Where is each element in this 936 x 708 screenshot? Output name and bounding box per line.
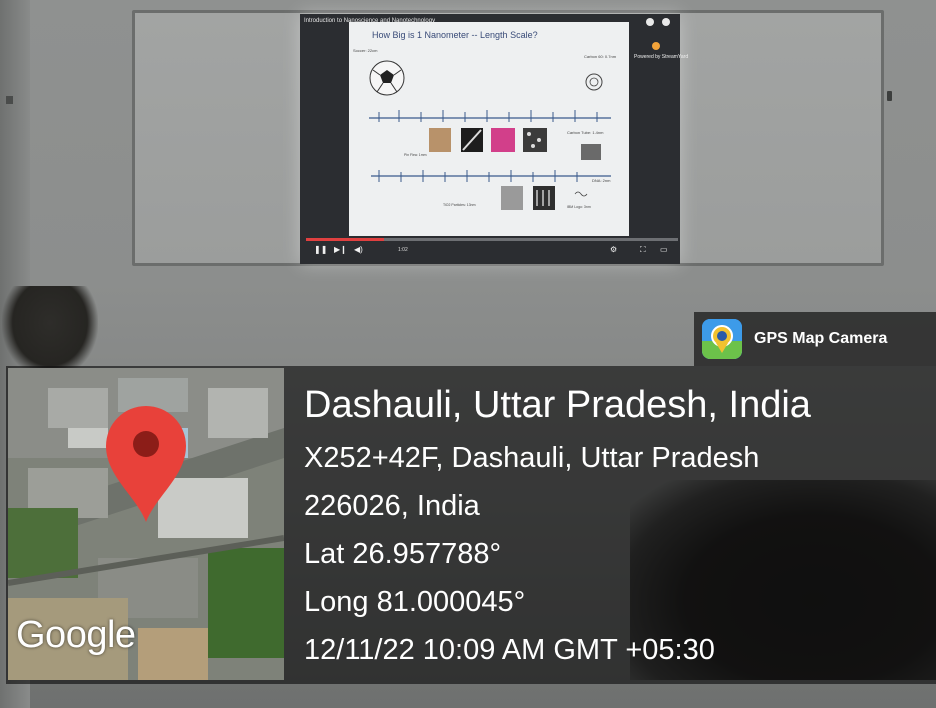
- label-carbon60: Carbon 60: 0.7nm: [584, 54, 617, 59]
- side-icons: [634, 14, 680, 74]
- latitude: Lat 26.957788°: [304, 538, 502, 570]
- label-soccer: Soccer: 22cm: [353, 48, 378, 53]
- video-player-controls: ❚❚ ▶❙ ◀) 1:02 ⚙ ⛶ ▭: [306, 238, 678, 260]
- slide-graphics: Carbon 60: 0.7nm Soccer: 22cm Pin Flea: …: [353, 48, 617, 210]
- carbon-tube-image: [581, 144, 601, 160]
- next-icon: ▶❙: [334, 245, 347, 254]
- wall-fixture-right: [887, 91, 892, 101]
- pause-icon: ❚❚: [314, 245, 328, 254]
- settings-icon: ⚙: [610, 245, 618, 254]
- progress-fill: [306, 238, 385, 241]
- google-watermark: Google: [16, 614, 136, 656]
- pin-flea-image: [429, 128, 451, 152]
- location-title: Dashauli, Uttar Pradesh, India: [304, 384, 811, 426]
- streamyard-icon: [652, 42, 660, 50]
- micro-image-3: [523, 128, 547, 152]
- powered-by-label: Powered by StreamYard: [634, 54, 689, 60]
- carbon60-image: [585, 73, 603, 91]
- youtube-icon: ▭: [660, 245, 668, 254]
- volume-icon: ◀): [354, 245, 363, 254]
- address-line1: X252+42F, Dashauli, Uttar Pradesh: [304, 442, 760, 474]
- tio2-image: [501, 186, 523, 210]
- dna-image: [574, 191, 588, 197]
- time-readout: 1:02: [398, 247, 408, 253]
- label-tio2: TiO2 Particles: 13nm: [443, 203, 476, 207]
- share-icon: [662, 18, 670, 26]
- wall-fixture: [6, 96, 13, 104]
- gps-app-badge: GPS Map Camera: [694, 312, 936, 366]
- label-ibm: IBM Logo: 3nm: [567, 205, 591, 209]
- person-silhouette-left: [2, 286, 98, 378]
- label-carbon-tube: Carbon Tube: 1.4nm: [567, 130, 604, 135]
- soccer-ball-image: [369, 60, 405, 96]
- fullscreen-icon: ⛶: [640, 245, 646, 254]
- timestamp: 12/11/22 10:09 AM GMT +05:30: [304, 634, 715, 666]
- location-pin-icon: [106, 406, 186, 522]
- label-dna: DNA: 2nm: [592, 178, 611, 183]
- satellite-map: Google: [8, 368, 284, 680]
- address-block: Dashauli, Uttar Pradesh, India X252+42F,…: [304, 382, 932, 674]
- upper-scale-ticks: [378, 110, 598, 122]
- clock-icon: [646, 18, 654, 26]
- micro-image-2: [491, 128, 515, 152]
- gps-map-camera-icon: [702, 319, 742, 359]
- address-line2: 226026, India: [304, 490, 480, 522]
- progress-track: [306, 238, 678, 241]
- gps-app-name: GPS Map Camera: [754, 330, 888, 347]
- longitude: Long 81.000045°: [304, 586, 526, 618]
- label-pin-flea: Pin Flea: 1mm: [404, 153, 427, 157]
- slide-title: How Big is 1 Nanometer -- Length Scale?: [372, 30, 538, 40]
